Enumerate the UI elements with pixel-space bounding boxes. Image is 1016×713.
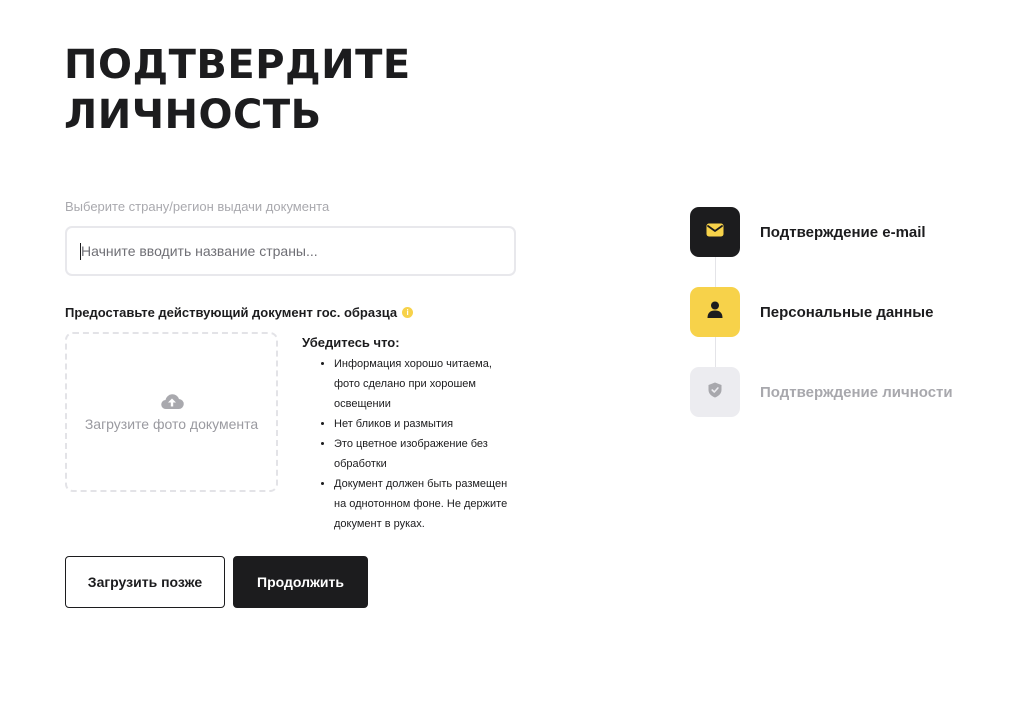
page-title-line-2: ЛИЧНОСТЬ: [64, 92, 322, 138]
step-icon-box: [690, 367, 740, 417]
country-field-label: Выберите страну/регион выдачи документа: [65, 199, 330, 214]
upload-later-button[interactable]: Загрузить позже: [65, 556, 225, 608]
shield-check-icon: [708, 382, 722, 403]
step-label: Персональные данные: [760, 303, 934, 321]
user-icon: [707, 301, 723, 323]
verify-identity-page: ПОДТВЕРДИТЕ ЛИЧНОСТЬ Выберите страну/рег…: [0, 0, 1016, 713]
step-label: Подтверждение e-mail: [760, 223, 926, 241]
page-title: ПОДТВЕРДИТЕ ЛИЧНОСТЬ: [64, 40, 484, 140]
requirement-item: Нет бликов и размытия: [334, 414, 517, 434]
requirement-item: Это цветное изображение без обработки: [334, 434, 517, 474]
continue-button[interactable]: Продолжить: [233, 556, 368, 608]
mail-icon: [706, 223, 724, 242]
step-identity-verification: Подтверждение личности: [690, 367, 990, 417]
requirements-title: Убедитесь что:: [302, 335, 400, 350]
requirement-item: Документ должен быть размещен на однотон…: [334, 474, 517, 534]
page-title-line-1: ПОДТВЕРДИТЕ: [64, 42, 411, 88]
text-cursor: [80, 243, 81, 260]
cloud-upload-icon: [160, 392, 184, 410]
document-heading-text: Предоставьте действующий документ гос. о…: [65, 305, 398, 320]
document-upload-dropzone[interactable]: Загрузите фото документа: [65, 332, 278, 492]
photo-requirements: Убедитесь что: Информация хорошо читаема…: [302, 334, 517, 534]
requirement-item: Информация хорошо читаема, фото сделано …: [334, 354, 517, 414]
upload-label: Загрузите фото документа: [84, 416, 259, 432]
requirements-list: Информация хорошо читаема, фото сделано …: [302, 354, 517, 534]
step-personal-data: Персональные данные: [690, 287, 990, 337]
step-icon-box: [690, 287, 740, 337]
country-search-input[interactable]: [65, 226, 516, 276]
info-icon[interactable]: i: [402, 307, 414, 318]
step-label: Подтверждение личности: [760, 383, 953, 401]
step-email-confirmation: Подтверждение e-mail: [690, 207, 990, 257]
document-heading: Предоставьте действующий документ гос. о…: [65, 305, 414, 320]
step-icon-box: [690, 207, 740, 257]
